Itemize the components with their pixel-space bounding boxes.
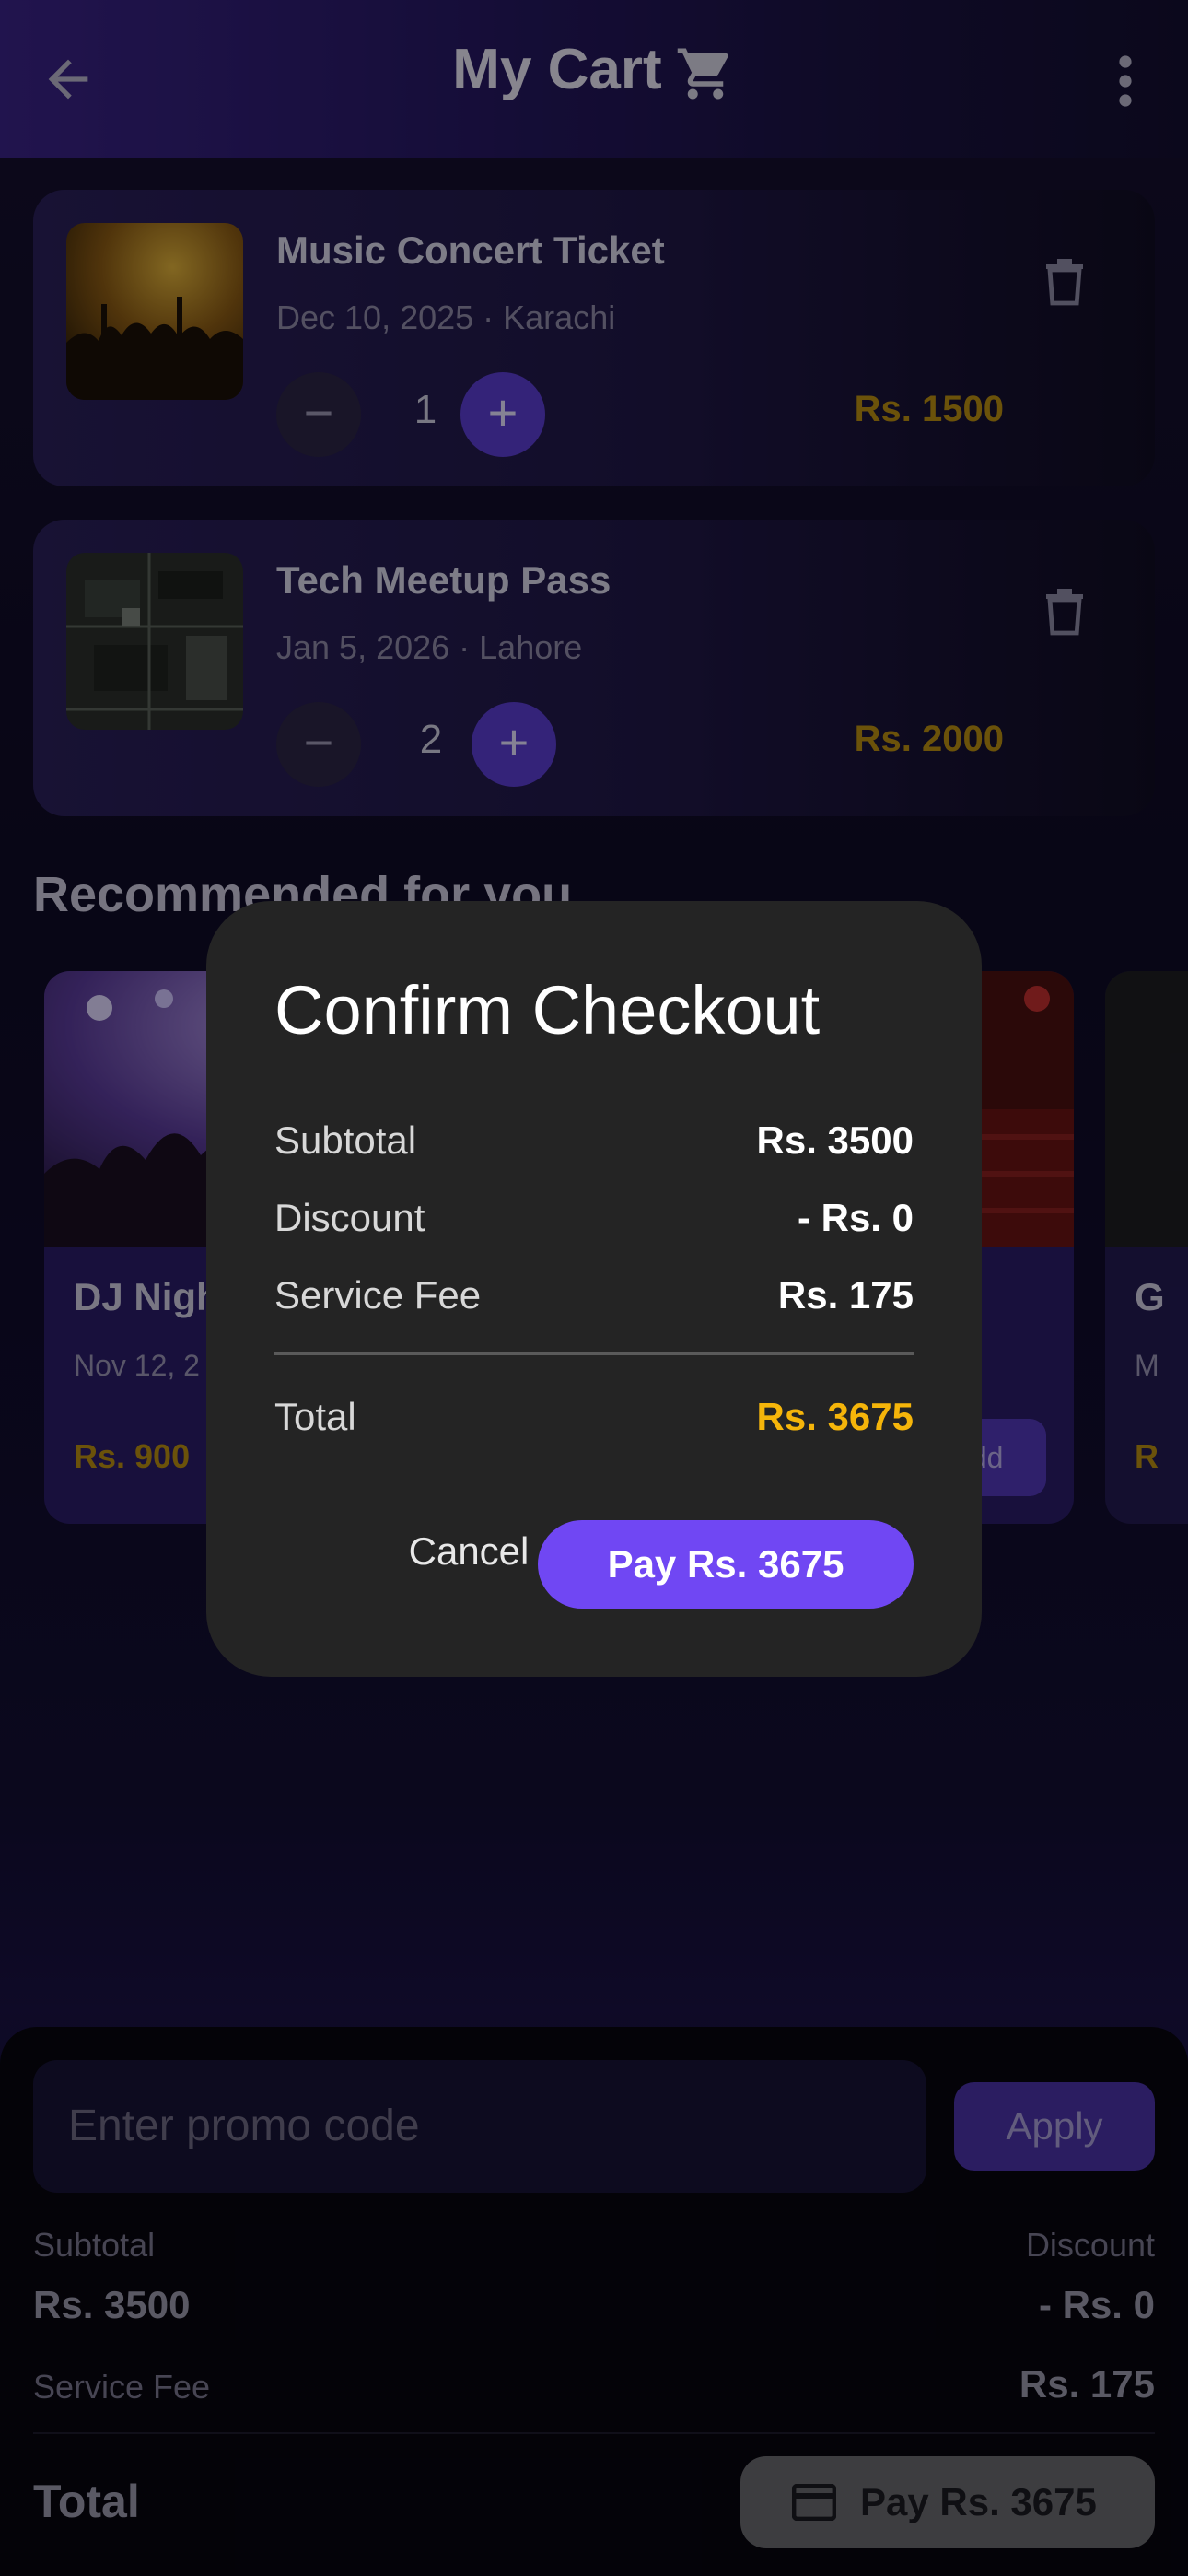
cart-screen: My Cart Music Concert Ticket Dec 10, 202…	[0, 0, 1188, 2576]
dialog-subtotal-value: Rs. 3500	[756, 1118, 914, 1162]
confirm-checkout-dialog: Confirm Checkout Subtotal Rs. 3500 Disco…	[206, 901, 982, 1677]
dialog-total-value: Rs. 3675	[756, 1395, 914, 1438]
dialog-title: Confirm Checkout	[274, 972, 821, 1048]
confirm-pay-button[interactable]: Pay Rs. 3675	[538, 1520, 914, 1609]
dialog-divider	[274, 1352, 914, 1355]
dialog-service-fee-label: Service Fee	[274, 1273, 482, 1317]
dialog-service-fee-value: Rs. 175	[777, 1273, 914, 1317]
dialog-discount-label: Discount	[274, 1196, 425, 1239]
dialog-discount-value: - Rs. 0	[797, 1196, 914, 1239]
dialog-total-label: Total	[274, 1395, 356, 1438]
dialog-subtotal-label: Subtotal	[274, 1118, 417, 1162]
